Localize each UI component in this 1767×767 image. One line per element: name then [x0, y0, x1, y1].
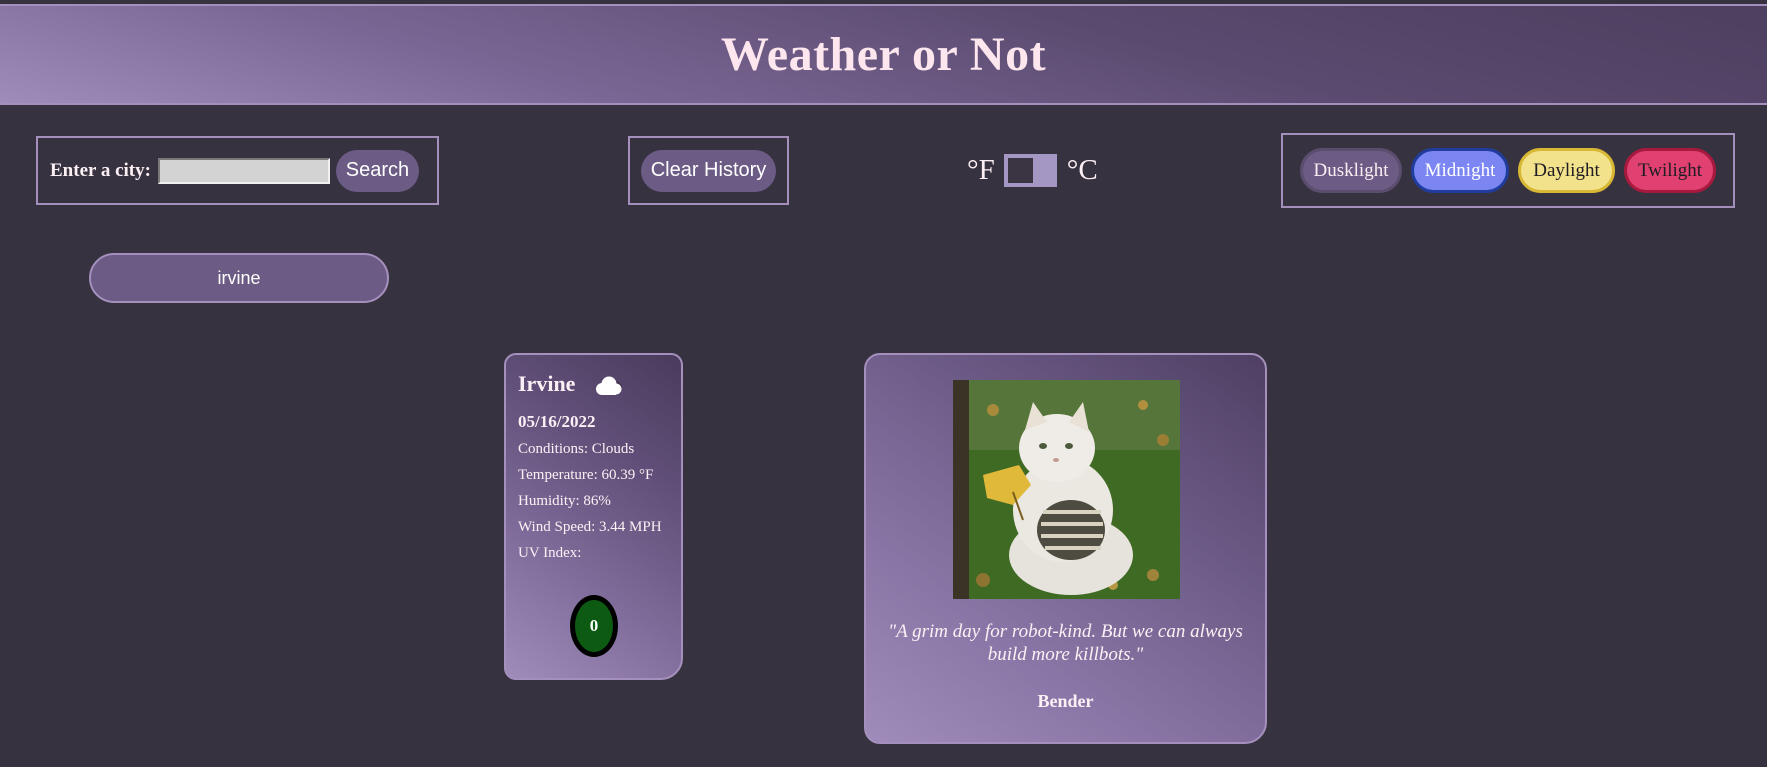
search-form: Enter a city: Search [36, 136, 439, 205]
quote-card: "A grim day for robot-kind. But we can a… [864, 353, 1267, 744]
weather-card: Irvine 05/16/2022 Conditions: Clouds Tem… [504, 353, 683, 680]
page-header: Weather or Not [0, 4, 1767, 105]
quote-author: Bender [1037, 691, 1094, 711]
clear-history-container: Clear History [628, 136, 789, 205]
weather-city: Irvine [518, 371, 576, 396]
weather-uv-label: UV Index: [518, 545, 582, 561]
fahrenheit-label: °F [967, 153, 995, 186]
cat-photo [953, 380, 1180, 599]
cloud-icon [596, 376, 623, 395]
theme-twilight-button[interactable]: Twilight [1624, 148, 1716, 193]
theme-dusklight-button[interactable]: Dusklight [1300, 148, 1402, 193]
theme-selector: Dusklight Midnight Daylight Twilight [1281, 133, 1735, 208]
unit-switch-knob [1007, 157, 1033, 183]
theme-daylight-button[interactable]: Daylight [1518, 148, 1615, 193]
weather-temperature: Temperature: 60.39 °F [518, 467, 654, 483]
unit-toggle: °F °C [967, 150, 1098, 190]
search-button[interactable]: Search [335, 149, 419, 192]
uv-index-badge: 0 [570, 595, 618, 657]
search-label: Enter a city: [50, 159, 151, 181]
weather-wind-speed: Wind Speed: 3.44 MPH [518, 519, 662, 535]
page-title: Weather or Not [720, 28, 1047, 81]
quote-text: "A grim day for robot-kind. But we can a… [888, 621, 1243, 665]
theme-midnight-button[interactable]: Midnight [1411, 148, 1509, 193]
history-item-irvine[interactable]: irvine [89, 253, 389, 303]
unit-switch[interactable] [1003, 153, 1057, 187]
celsius-label: °C [1066, 153, 1098, 186]
weather-conditions: Conditions: Clouds [518, 441, 635, 457]
city-search-input[interactable] [157, 157, 330, 184]
clear-history-button[interactable]: Clear History [641, 149, 776, 192]
weather-date: 05/16/2022 [518, 412, 596, 431]
weather-humidity: Humidity: 86% [518, 493, 611, 509]
